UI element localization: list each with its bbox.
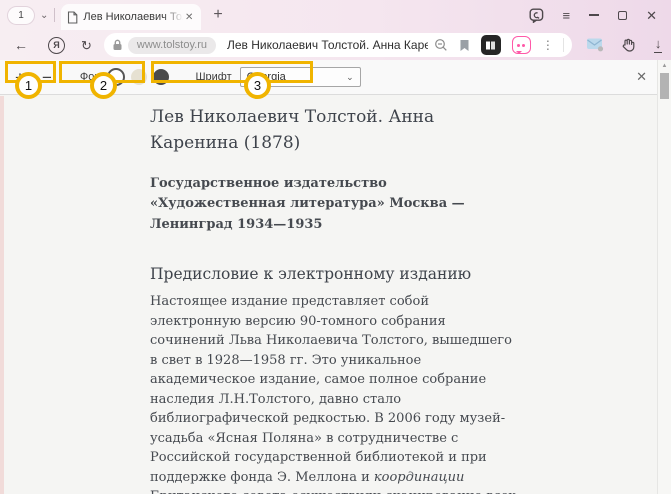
window-edge-strip [0,96,4,494]
hand-collections-icon[interactable] [621,37,637,52]
page-document-icon [67,11,78,24]
annotation-box-font [151,61,313,83]
body-italic-text: координации [374,470,464,485]
address-bar: ← Я ↻ www.tolstoy.ru Лев Николаевич Толс… [0,30,671,60]
tabstrip-divider [54,8,55,22]
section-heading: Предисловие к электронному изданию [150,265,522,283]
tab-close-icon[interactable]: ✕ [183,12,195,23]
lock-icon[interactable] [112,39,123,51]
yandex-button[interactable]: Я [48,37,65,54]
chevron-down-icon: ⌄ [346,72,354,83]
new-tab-button[interactable]: + [213,7,222,23]
active-tab[interactable]: Лев Николаевич Толст ✕ [61,4,201,30]
window-minimize-icon[interactable] [589,14,599,16]
scroll-up-arrow-icon[interactable]: ▲ [658,60,671,69]
annotation-number-1: 1 [15,72,42,99]
tab-strip: 1 ⌄ Лев Николаевич Толст ✕ + ≡ ✕ [0,0,671,30]
messenger-icon[interactable] [512,36,531,54]
body-text: Настоящее издание представляет собой эле… [150,294,512,485]
url-text: www.tolstoy.ru [128,37,216,54]
mail-icon[interactable] [586,37,604,52]
address-page-title: Лев Николаевич Толстой. Анна Каренина (.… [227,38,428,52]
annotation-number-2: 2 [90,72,117,99]
window-close-icon[interactable]: ✕ [646,9,657,22]
tab-title: Лев Николаевич Толст [83,11,183,23]
article-title: Лев Николаевич Толстой. Анна Каренина (1… [150,104,522,157]
more-options-icon[interactable]: ⋮ [542,38,554,52]
tab-list-chevron-icon[interactable]: ⌄ [40,10,48,21]
reader-mode-icon[interactable] [481,35,501,55]
refresh-icon[interactable]: ↻ [81,39,92,52]
scrollbar-thumb[interactable] [660,73,669,99]
download-icon[interactable]: ↓ [654,37,663,52]
browser-menu-icon[interactable]: ≡ [563,9,571,22]
article-publisher: Государственное издательство «Художестве… [150,174,522,236]
article: Лев Николаевич Толстой. Анна Каренина (1… [150,104,522,494]
window-maximize-icon[interactable] [618,11,627,20]
tab-counter-badge[interactable]: 1 [8,7,34,24]
field-divider [563,38,564,52]
chat-icon[interactable] [529,8,544,23]
zoom-out-icon[interactable] [434,38,448,52]
body-text: Британского совета осуществили сканирова… [150,489,516,494]
reader-close-icon[interactable]: ✕ [636,69,647,85]
annotation-number-3: 3 [244,72,271,99]
reader-content: Лев Николаевич Толстой. Анна Каренина (1… [0,96,657,494]
address-field[interactable]: www.tolstoy.ru Лев Николаевич Толстой. А… [104,33,572,57]
bookmark-icon[interactable] [459,39,470,52]
back-icon[interactable]: ← [14,38,28,52]
browser-chrome: 1 ⌄ Лев Николаевич Толст ✕ + ≡ ✕ ← Я ↻ [0,0,671,60]
article-body: Настоящее издание представляет собой эле… [150,292,522,494]
scrollbar[interactable]: ▲ [657,60,671,494]
